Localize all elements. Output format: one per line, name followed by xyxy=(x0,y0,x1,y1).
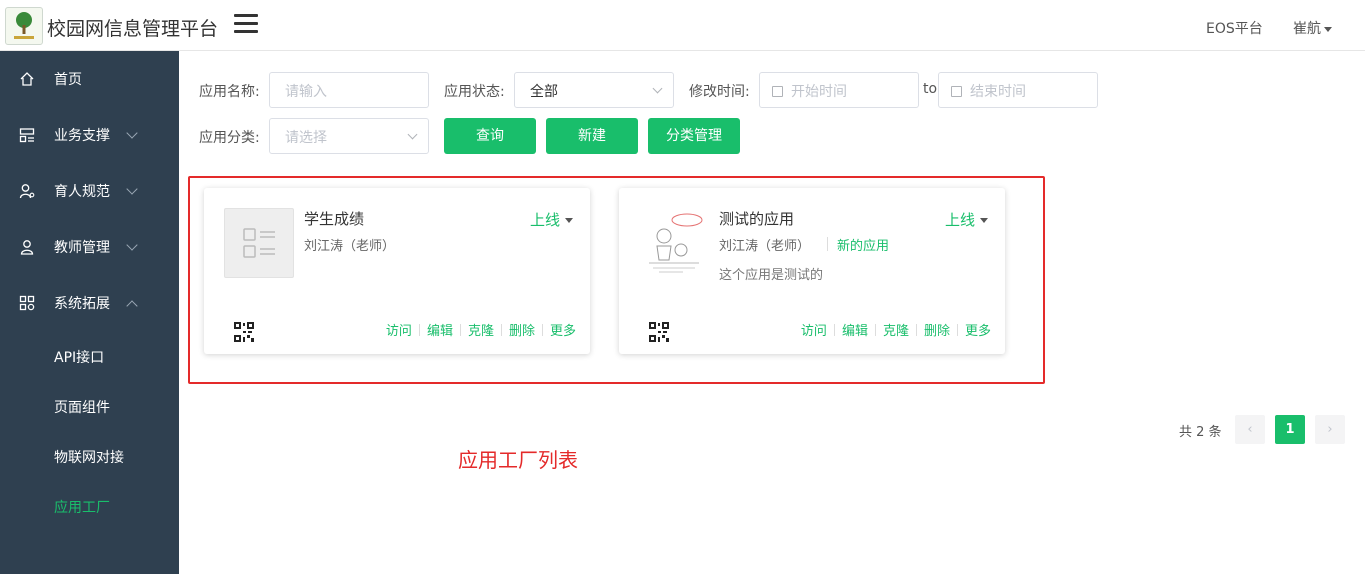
sidebar-item-business[interactable]: 业务支撑 xyxy=(0,107,179,163)
qr-code-icon[interactable] xyxy=(649,322,669,342)
modify-time-label: 修改时间: xyxy=(689,84,750,100)
delete-link[interactable]: 删除 xyxy=(919,324,955,339)
card-actions: 访问 编辑 克隆 删除 更多 xyxy=(381,320,581,339)
top-header: 校园网信息管理平台 EOS平台 崔航 xyxy=(0,0,1365,51)
visit-link[interactable]: 访问 xyxy=(381,324,417,339)
sidebar-subitem-api[interactable]: API接口 xyxy=(54,347,104,367)
sketch-illustration-icon xyxy=(649,213,703,273)
category-manage-button[interactable]: 分类管理 xyxy=(648,118,740,154)
visit-link[interactable]: 访问 xyxy=(796,324,832,339)
list-placeholder-icon xyxy=(243,228,275,258)
app-author: 刘江涛（老师） xyxy=(719,239,811,254)
range-separator: to xyxy=(923,81,938,97)
edit-link[interactable]: 编辑 xyxy=(837,324,873,339)
apps-icon xyxy=(19,295,35,311)
logo-icon xyxy=(5,7,43,45)
sidebar-item-label: 系统拓展 xyxy=(54,296,110,312)
status-label: 上线 xyxy=(944,211,975,229)
layout-icon xyxy=(19,128,35,143)
next-page-button[interactable]: › xyxy=(1315,415,1345,444)
teacher-icon xyxy=(20,240,34,255)
more-link[interactable]: 更多 xyxy=(545,324,581,339)
sidebar: 首页 业务支撑 育人规范 教师管理 系统拓展 API接口 页面组件 物联网对接 … xyxy=(0,51,179,574)
sidebar-item-teachers[interactable]: 教师管理 xyxy=(0,219,179,275)
calendar-icon xyxy=(951,86,962,97)
edit-link[interactable]: 编辑 xyxy=(422,324,458,339)
caret-down-icon xyxy=(980,218,988,223)
chevron-down-icon xyxy=(126,183,138,195)
app-title: 学生成绩 xyxy=(304,210,365,228)
chevron-down-icon xyxy=(652,83,663,94)
qr-code-icon[interactable] xyxy=(234,322,254,342)
app-status-value: 全部 xyxy=(530,84,558,100)
status-dropdown[interactable]: 上线 xyxy=(945,209,988,230)
user-name: 崔航 xyxy=(1293,21,1321,37)
sidebar-item-education[interactable]: 育人规范 xyxy=(0,163,179,219)
chevron-down-icon xyxy=(126,239,138,251)
caret-down-icon xyxy=(565,218,573,223)
start-date-placeholder: 开始时间 xyxy=(791,84,847,100)
app-title: 测试的应用 xyxy=(719,210,795,228)
eos-platform-link[interactable]: EOS平台 xyxy=(1206,18,1263,38)
end-date-input[interactable]: 结束时间 xyxy=(938,72,1098,108)
menu-toggle-icon[interactable] xyxy=(234,14,258,34)
app-category-placeholder: 请选择 xyxy=(285,130,327,146)
status-dropdown[interactable]: 上线 xyxy=(530,209,573,230)
sidebar-subitem-page-components[interactable]: 页面组件 xyxy=(54,397,110,417)
app-category-select[interactable]: 请选择 xyxy=(269,118,429,154)
sidebar-subitem-iot[interactable]: 物联网对接 xyxy=(54,447,124,467)
user-menu[interactable]: 崔航 xyxy=(1293,18,1332,38)
app-category-label: 应用分类: xyxy=(199,130,260,146)
sidebar-item-system-extension[interactable]: 系统拓展 xyxy=(0,275,179,331)
clone-link[interactable]: 克隆 xyxy=(878,324,914,339)
app-status-select[interactable]: 全部 xyxy=(514,72,674,108)
app-description: 这个应用是测试的 xyxy=(719,268,824,283)
app-card[interactable]: 学生成绩 刘江涛（老师） 上线 访问 编辑 克隆 删除 更多 xyxy=(204,188,590,354)
end-date-placeholder: 结束时间 xyxy=(970,84,1026,100)
sidebar-item-label: 育人规范 xyxy=(54,184,110,200)
app-thumbnail xyxy=(639,208,709,278)
calendar-icon xyxy=(772,86,783,97)
card-actions: 访问 编辑 克隆 删除 更多 xyxy=(796,320,996,339)
app-status-label: 应用状态: xyxy=(444,84,505,100)
app-card[interactable]: 测试的应用 刘江涛（老师） 新的应用 这个应用是测试的 上线 访问 编辑 克隆 删除更… xyxy=(619,188,1005,354)
sidebar-item-label: 教师管理 xyxy=(54,240,110,256)
home-icon xyxy=(20,72,34,86)
sidebar-item-home[interactable]: 首页 xyxy=(0,51,179,107)
app-title: 校园网信息管理平台 xyxy=(47,18,219,40)
app-name-input[interactable]: 请输入 xyxy=(269,72,429,108)
more-link[interactable]: 更多 xyxy=(960,324,996,339)
clone-link[interactable]: 克隆 xyxy=(463,324,499,339)
app-name-placeholder: 请输入 xyxy=(285,84,327,100)
query-button[interactable]: 查询 xyxy=(444,118,536,154)
divider xyxy=(827,237,828,251)
prev-page-button[interactable]: ‹ xyxy=(1235,415,1265,444)
app-tag: 新的应用 xyxy=(837,239,890,254)
chevron-down-icon xyxy=(1324,26,1332,32)
app-author: 刘江涛（老师） xyxy=(304,239,396,254)
pagination-total: 共 2 条 xyxy=(1179,425,1222,440)
user-settings-icon xyxy=(19,184,35,199)
app-name-label: 应用名称: xyxy=(199,84,260,100)
create-button[interactable]: 新建 xyxy=(546,118,638,154)
chevron-up-icon xyxy=(126,300,138,312)
chevron-down-icon xyxy=(126,127,138,139)
delete-link[interactable]: 删除 xyxy=(504,324,540,339)
app-thumbnail xyxy=(224,208,294,278)
sidebar-item-label: 首页 xyxy=(54,72,82,88)
start-date-input[interactable]: 开始时间 xyxy=(759,72,919,108)
sidebar-subitem-app-factory[interactable]: 应用工厂 xyxy=(54,497,110,517)
status-label: 上线 xyxy=(529,211,560,229)
annotation-label: 应用工厂列表 xyxy=(458,448,578,472)
page-number-button[interactable]: 1 xyxy=(1275,415,1305,444)
sidebar-item-label: 业务支撑 xyxy=(54,128,110,144)
chevron-down-icon xyxy=(407,129,418,140)
